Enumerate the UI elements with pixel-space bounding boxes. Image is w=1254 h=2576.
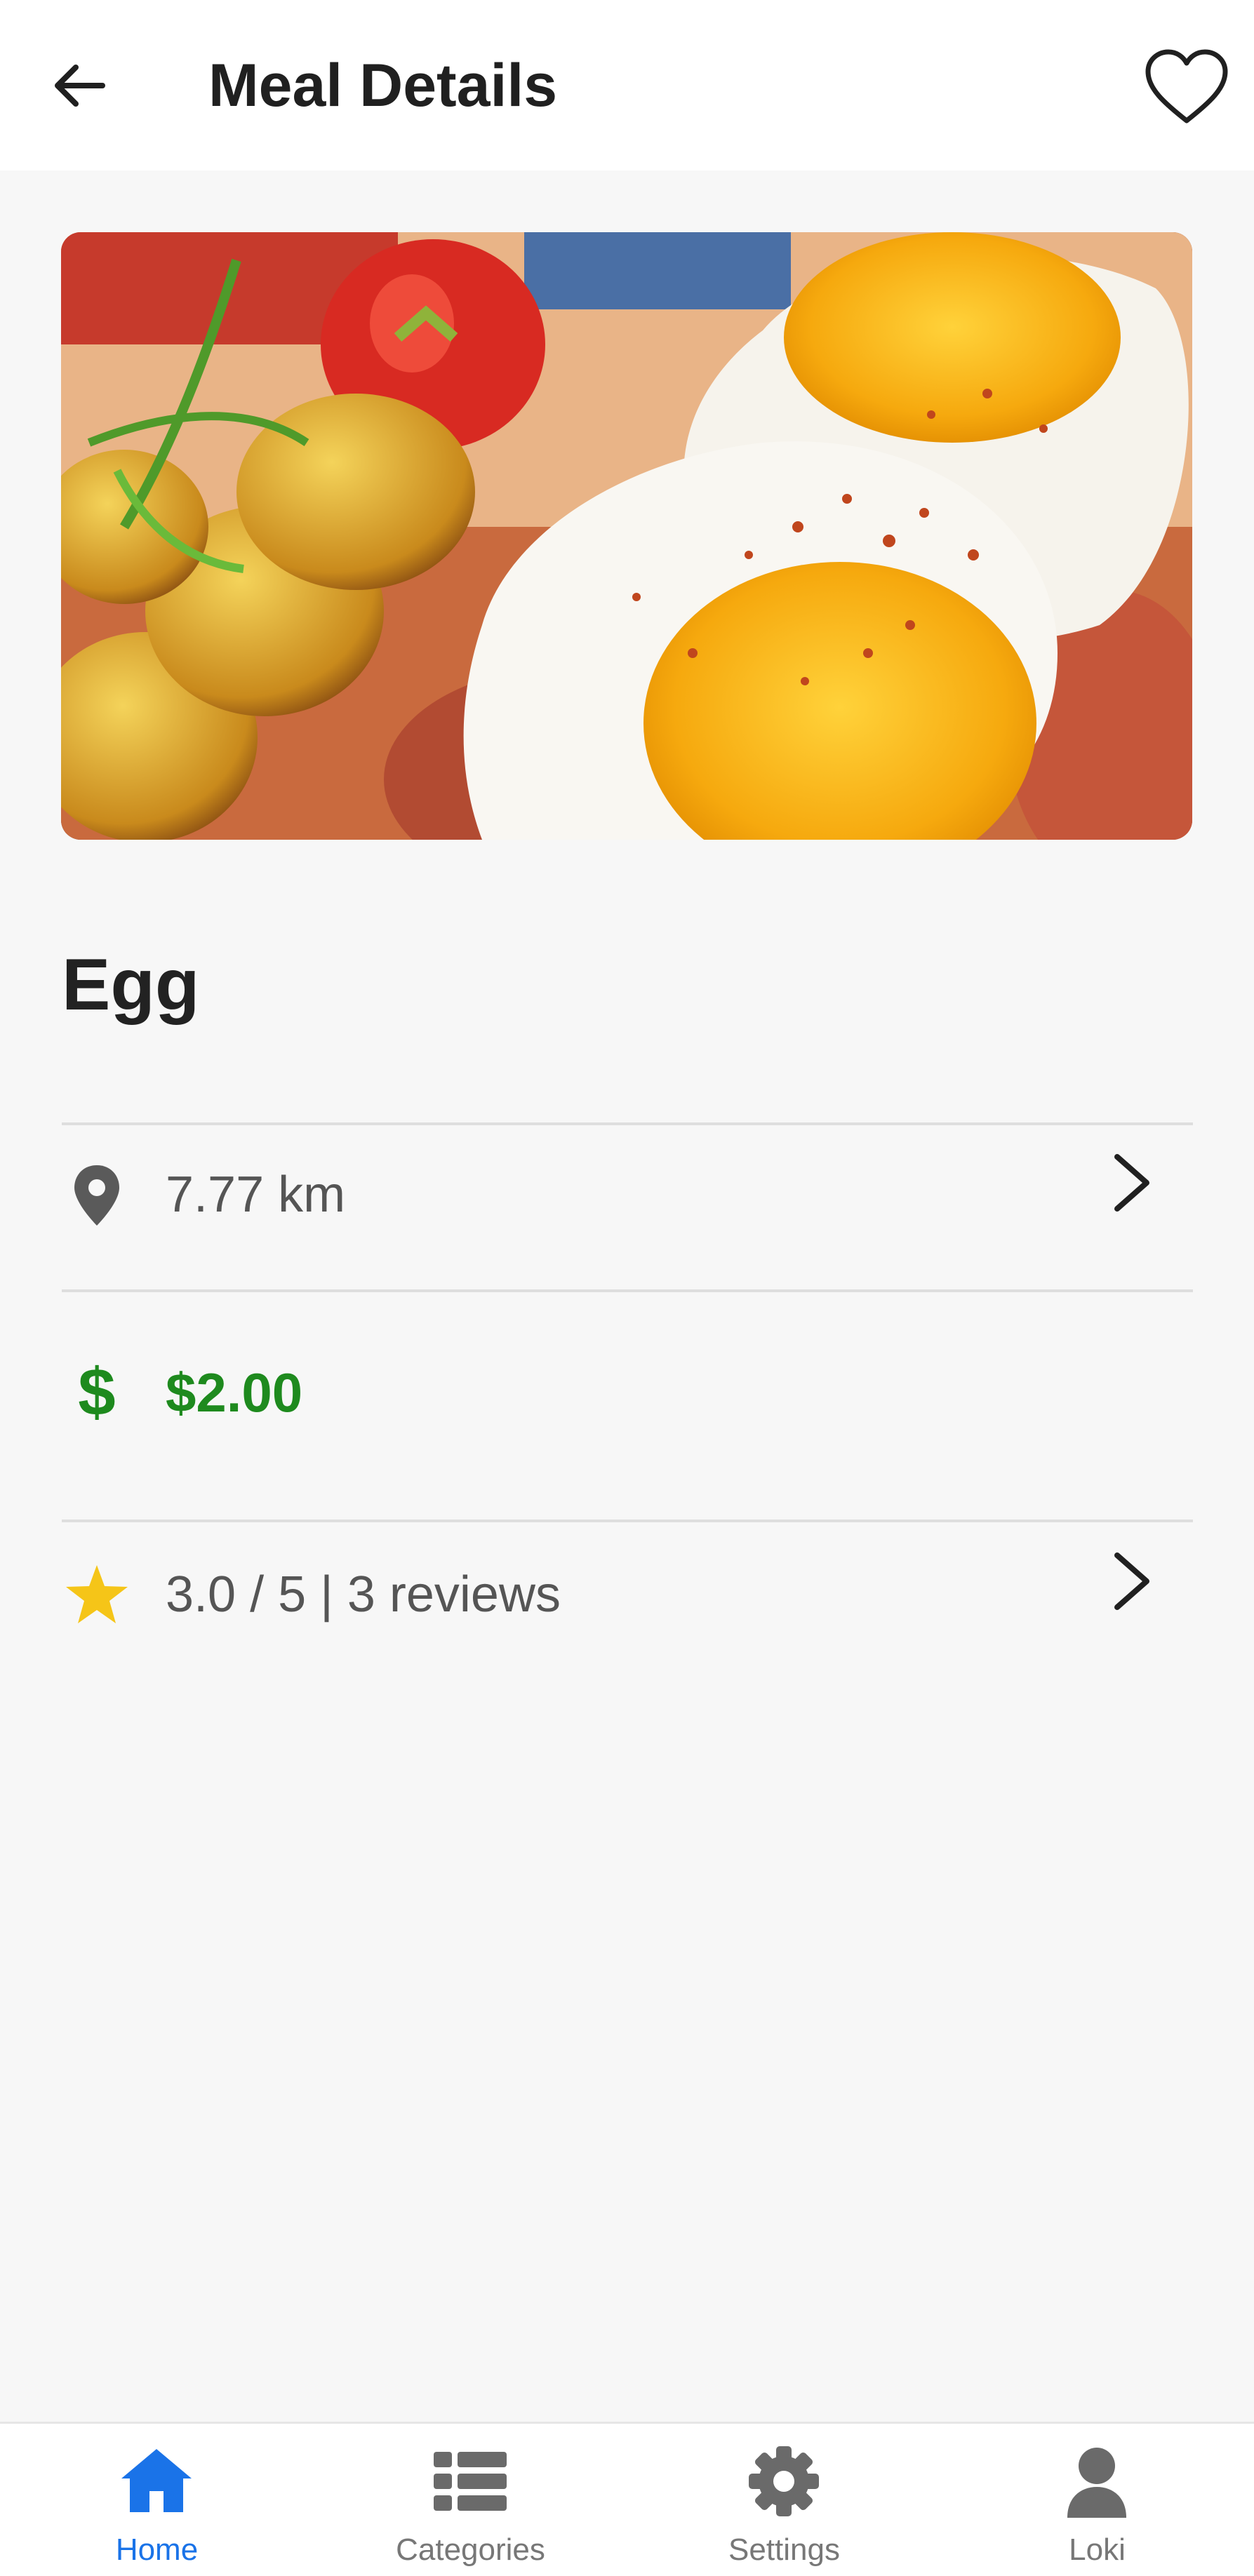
meal-name: Egg [62, 944, 200, 1026]
price-row: $ $2.00 [62, 1357, 1193, 1520]
location-pin-icon [74, 1165, 119, 1226]
rating-row[interactable]: 3.0 / 5 | 3 reviews [62, 1552, 1193, 1722]
list-icon [434, 2452, 507, 2511]
nav-home[interactable]: Home [0, 2424, 314, 2576]
favorite-heart-icon[interactable] [1142, 48, 1231, 126]
star-icon [66, 1565, 128, 1623]
divider [62, 1289, 1193, 1292]
chevron-right-icon[interactable] [1100, 1151, 1163, 1214]
divider [62, 1122, 1193, 1125]
nav-label: Categories [396, 2533, 545, 2567]
divider [62, 1520, 1193, 1522]
back-arrow-icon[interactable] [48, 53, 112, 118]
gear-icon [749, 2446, 819, 2516]
page-title: Meal Details [208, 52, 558, 119]
home-icon [121, 2449, 192, 2512]
nav-profile[interactable]: Loki [940, 2424, 1254, 2576]
nav-label: Loki [1069, 2533, 1126, 2567]
distance-row[interactable]: 7.77 km [62, 1154, 1193, 1322]
dollar-icon: $ [78, 1357, 115, 1428]
rating-text: 3.0 / 5 | 3 reviews [166, 1567, 561, 1623]
bottom-navigation: Home Categories Settings Loki [0, 2422, 1254, 2576]
price-text: $2.00 [166, 1362, 303, 1423]
nav-categories[interactable]: Categories [314, 2424, 627, 2576]
nav-label: Settings [728, 2533, 840, 2567]
svg-text:$: $ [78, 1357, 115, 1428]
user-icon [1067, 2448, 1126, 2518]
nav-settings[interactable]: Settings [627, 2424, 941, 2576]
app-header: Meal Details [0, 0, 1254, 170]
meal-photo [61, 232, 1192, 840]
chevron-right-icon[interactable] [1100, 1550, 1163, 1613]
nav-label: Home [115, 2533, 199, 2567]
distance-text: 7.77 km [166, 1167, 346, 1223]
